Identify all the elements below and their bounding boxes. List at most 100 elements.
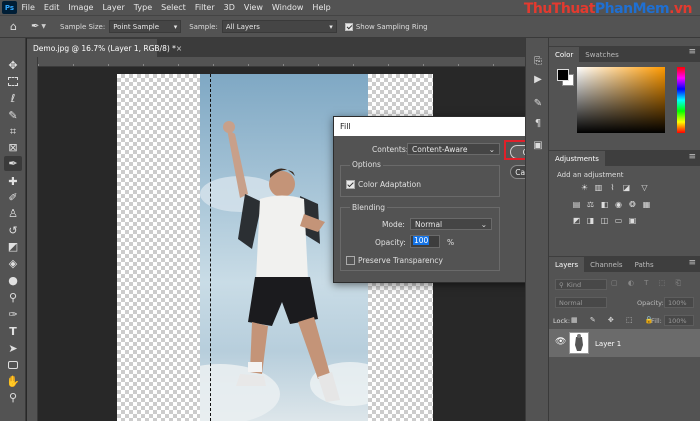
menu-filter[interactable]: Filter: [190, 3, 219, 12]
exposure-icon[interactable]: ◪: [621, 183, 632, 192]
levels-icon[interactable]: ▥: [593, 183, 604, 192]
paint-bucket-tool-icon[interactable]: ◈: [4, 256, 22, 271]
menu-window[interactable]: Window: [267, 3, 308, 12]
invert-icon[interactable]: ◩: [571, 216, 582, 225]
color-balance-icon[interactable]: ⚖: [585, 200, 596, 209]
layer-comps-icon[interactable]: ▣: [531, 138, 545, 152]
panel-menu-icon[interactable]: ≡: [688, 47, 696, 57]
hue-slider[interactable]: [677, 67, 685, 133]
opacity-input[interactable]: 100: [410, 235, 440, 248]
menu-select[interactable]: Select: [157, 3, 191, 12]
mode-label: Mode:: [382, 220, 405, 229]
contents-value: Content-Aware: [412, 144, 468, 154]
brush-tool-icon[interactable]: ✐: [4, 190, 22, 205]
right-panels: Color Swatches ≡ Adjustments ≡ Add an ad…: [549, 38, 700, 421]
show-sampling-ring-checkbox[interactable]: [344, 22, 353, 31]
brush-settings-icon[interactable]: ✎: [531, 96, 545, 110]
clone-stamp-tool-icon[interactable]: ♙: [4, 206, 22, 221]
frame-tool-icon[interactable]: ⊠: [4, 140, 22, 155]
lock-icons[interactable]: ▦ ✎ ✥ ⬚ 🔒: [571, 316, 654, 326]
options-group-title: Options: [350, 160, 383, 169]
eyedropper-tool-preset-icon[interactable]: ✒: [31, 21, 39, 32]
eyedropper-tool-icon[interactable]: ✒: [4, 156, 22, 171]
preserve-transparency-checkbox[interactable]: [346, 256, 355, 265]
selection-marquee: [210, 74, 211, 421]
layer-thumbnail-image: [570, 333, 588, 353]
fill-input[interactable]: 100%: [664, 315, 694, 326]
eye-visibility-icon[interactable]: 👁: [555, 337, 566, 347]
layer-kind-filter[interactable]: ⚲ Kind: [555, 279, 607, 290]
menu-file[interactable]: File: [17, 3, 39, 12]
tab-paths[interactable]: Paths: [629, 257, 660, 272]
brightness-contrast-icon[interactable]: ☀: [579, 183, 590, 192]
eraser-tool-icon[interactable]: ◩: [4, 239, 22, 254]
horizontal-ruler: [38, 57, 525, 67]
color-lookup-icon[interactable]: ▦: [641, 200, 652, 209]
mode-select[interactable]: Normal ⌄: [410, 218, 492, 230]
tab-adjustments[interactable]: Adjustments: [549, 151, 605, 166]
document-tab[interactable]: Demo.jpg @ 16.7% (Layer 1, RGB/8) * ×: [27, 39, 182, 57]
tab-layers[interactable]: Layers: [549, 257, 585, 272]
crop-tool-icon[interactable]: ⌗: [4, 124, 22, 139]
history-brush-tool-icon[interactable]: ↺: [4, 223, 22, 238]
transparent-area-left: [117, 74, 200, 421]
sample-size-select[interactable]: Point Sample ▾: [109, 20, 182, 33]
close-icon[interactable]: ×: [176, 44, 182, 53]
tab-color[interactable]: Color: [549, 47, 580, 62]
blend-mode-select[interactable]: Normal: [555, 297, 607, 308]
lasso-tool-icon[interactable]: ℓ: [4, 91, 22, 106]
panel-menu-icon[interactable]: ≡: [688, 152, 696, 162]
sample-value: All Layers: [225, 22, 260, 31]
type-tool-icon[interactable]: T: [4, 324, 22, 339]
selective-color-icon[interactable]: ▣: [627, 216, 638, 225]
rectangle-tool-icon[interactable]: [4, 357, 22, 372]
contents-select[interactable]: Content-Aware ⌄: [407, 143, 500, 155]
hand-tool-icon[interactable]: ✋: [4, 374, 22, 389]
posterize-icon[interactable]: ◨: [585, 216, 596, 225]
color-adaptation-label[interactable]: Color Adaptation: [358, 180, 421, 189]
channel-mixer-icon[interactable]: ❂: [627, 200, 638, 209]
sample-select[interactable]: All Layers ▾: [221, 20, 337, 33]
curves-icon[interactable]: ⌇: [607, 183, 618, 192]
layer-filter-icons[interactable]: ▢ ◐ T ⬚ ⎗: [611, 279, 691, 290]
paragraph-icon[interactable]: ¶: [531, 116, 545, 130]
color-field[interactable]: [577, 67, 665, 133]
path-selection-tool-icon[interactable]: ➤: [4, 341, 22, 356]
dodge-tool-icon[interactable]: ⚲: [4, 290, 22, 305]
marquee-tool-icon[interactable]: [4, 74, 22, 89]
menu-type[interactable]: Type: [129, 3, 156, 12]
tab-swatches[interactable]: Swatches: [579, 47, 624, 62]
quick-selection-tool-icon[interactable]: ✎: [4, 108, 22, 123]
hue-saturation-icon[interactable]: ▤: [571, 200, 582, 209]
threshold-icon[interactable]: ◫: [599, 216, 610, 225]
gradient-map-icon[interactable]: ▭: [613, 216, 624, 225]
layer-name[interactable]: Layer 1: [595, 340, 621, 348]
menu-help[interactable]: Help: [308, 3, 335, 12]
home-icon[interactable]: ⌂: [10, 20, 17, 33]
panel-menu-icon[interactable]: ≡: [688, 258, 696, 268]
foreground-color-swatch[interactable]: [557, 69, 569, 81]
color-adaptation-checkbox[interactable]: [346, 180, 355, 189]
menu-image[interactable]: Image: [64, 3, 98, 12]
kind-placeholder: Kind: [566, 280, 582, 289]
menu-layer[interactable]: Layer: [98, 3, 129, 12]
vibrance-icon[interactable]: ▽: [639, 183, 650, 192]
chevron-down-icon[interactable]: ▼: [41, 23, 46, 30]
menu-edit[interactable]: Edit: [39, 3, 64, 12]
healing-brush-tool-icon[interactable]: ✚: [4, 174, 22, 189]
menu-view[interactable]: View: [239, 3, 267, 12]
zoom-tool-icon[interactable]: ⚲: [4, 390, 22, 405]
menu-3d[interactable]: 3D: [219, 3, 239, 12]
preserve-transparency-label[interactable]: Preserve Transparency: [358, 256, 443, 265]
black-white-icon[interactable]: ◧: [599, 200, 610, 209]
blur-tool-icon[interactable]: ●: [4, 273, 22, 288]
contents-label: Contents:: [372, 145, 409, 154]
photo-filter-icon[interactable]: ◉: [613, 200, 624, 209]
layers-opacity-input[interactable]: 100%: [664, 297, 694, 308]
tab-channels[interactable]: Channels: [584, 257, 628, 272]
pen-tool-icon[interactable]: ✑: [4, 307, 22, 322]
chevron-down-icon: ⌄: [488, 144, 495, 154]
play-action-icon[interactable]: ▶: [531, 72, 545, 86]
history-icon[interactable]: ⎘: [531, 54, 545, 68]
move-tool-icon[interactable]: ✥: [4, 58, 22, 73]
